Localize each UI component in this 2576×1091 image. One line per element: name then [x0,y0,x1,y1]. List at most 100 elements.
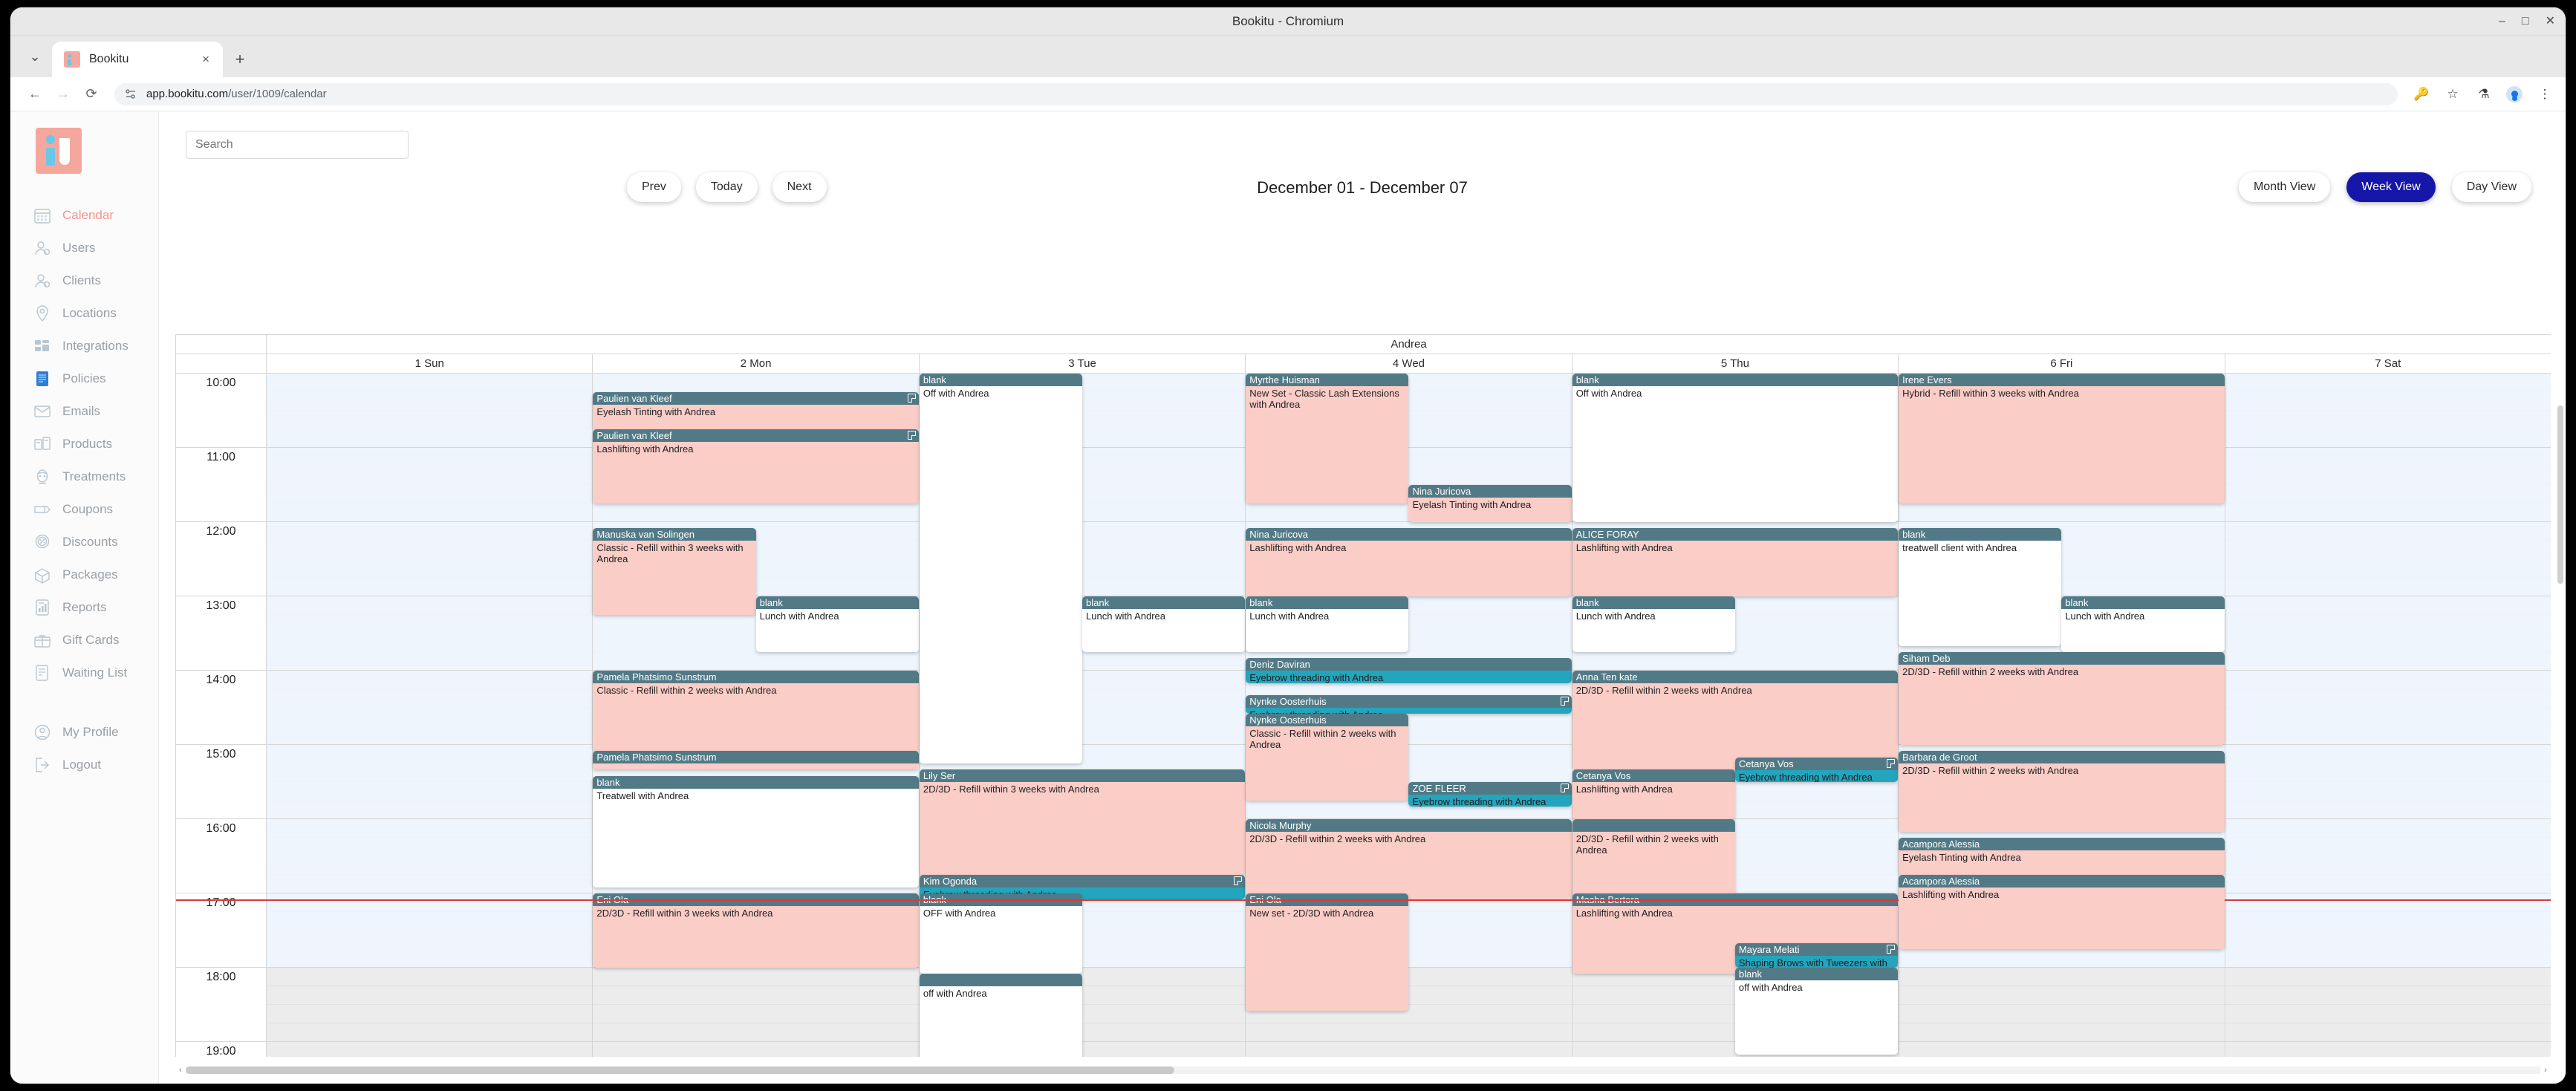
sidebar-item-treatments[interactable]: Treatments [10,460,158,493]
time-slot[interactable] [1246,1023,1572,1042]
time-slot[interactable] [2225,392,2551,411]
back-icon[interactable]: ← [22,82,48,107]
sidebar-item-users[interactable]: Users [10,232,158,264]
minimize-button[interactable]: – [2499,16,2505,27]
vertical-scrollbar[interactable] [2557,406,2564,777]
day-column-6[interactable] [2225,374,2551,1057]
time-slot[interactable] [267,541,593,559]
horizontal-scrollbar[interactable]: ‹ › [175,1064,2551,1076]
sidebar-item-gift-cards[interactable]: Gift Cards [10,624,158,657]
time-slot[interactable] [267,411,593,429]
calendar-event[interactable]: Cetanya Vos Eyebrow threading with Andrea [1734,757,1899,782]
calendar-event[interactable]: blank Lunch with Andrea [1246,596,1409,652]
calendar-event[interactable]: blank treatwell client with Andrea [1899,528,2062,646]
time-slot[interactable] [2225,689,2551,708]
scroll-right-arrow-icon[interactable]: › [2540,1066,2551,1075]
kebab-menu-icon[interactable]: ⋮ [2536,85,2554,103]
calendar-event[interactable]: blank Lunch with Andrea [1572,596,1735,652]
calendar-scroll-area[interactable]: 10:00 11:00 12:00 13:00 14:00 15:00 16:00 17:00… [176,374,2551,1057]
time-slot[interactable] [2225,875,2551,893]
time-slot[interactable] [593,504,919,522]
time-slot[interactable] [2225,856,2551,875]
time-slot[interactable] [593,374,919,392]
time-slot[interactable] [593,986,919,1005]
time-slot[interactable] [2225,559,2551,578]
new-tab-button[interactable]: + [223,42,257,77]
sidebar-item-calendar[interactable]: Calendar [10,199,158,232]
month-view-button[interactable]: Month View [2238,172,2331,202]
time-slot[interactable] [2225,726,2551,745]
time-slot[interactable] [2225,801,2551,819]
calendar-event[interactable]: Barbara de Groot 2D/3D - Refill within 2 … [1899,751,2225,832]
time-slot[interactable] [2225,1023,2551,1042]
day-column-0[interactable] [267,374,593,1057]
calendar-event[interactable]: Irene Evers Hybrid - Refill within 3 week… [1899,374,2225,504]
time-slot[interactable] [267,1042,593,1057]
time-slot[interactable] [267,708,593,726]
time-slot[interactable] [2225,949,2551,968]
calendar-event[interactable]: Pamela Phatsimo Sunstrum [593,751,919,770]
time-slot[interactable] [1899,1042,2225,1057]
sidebar-item-locations[interactable]: Locations [10,297,158,330]
calendar-event[interactable]: blank Treatwell with Andrea [593,775,919,888]
bookmark-star-icon[interactable]: ☆ [2444,85,2462,103]
time-slot[interactable] [267,559,593,578]
time-slot[interactable] [267,819,593,838]
time-slot[interactable] [267,448,593,466]
sidebar-item-coupons[interactable]: Coupons [10,493,158,526]
time-slot[interactable] [593,1023,919,1042]
time-slot[interactable] [267,838,593,856]
time-slot[interactable] [2225,893,2551,912]
time-slot[interactable] [267,634,593,652]
time-slot[interactable] [267,856,593,875]
time-slot[interactable] [267,801,593,819]
time-slot[interactable] [267,1005,593,1023]
calendar-event[interactable]: Nina Juricova Eyelash Tinting with Andrea [1408,485,1572,522]
time-slot[interactable] [593,1042,919,1057]
calendar-event[interactable]: Nynke OosterhuisEyebrow threading with A… [1246,695,1572,714]
sidebar-item-logout[interactable]: Logout [10,749,158,781]
calendar-event[interactable]: Paulien van Kleef Lashlifting with Andrea [593,429,919,504]
time-slot[interactable] [267,968,593,986]
scroll-track[interactable] [186,1066,2540,1074]
time-slot[interactable] [2225,708,2551,726]
scroll-thumb[interactable] [186,1066,1175,1074]
time-slot[interactable] [267,745,593,763]
time-slot[interactable] [2225,931,2551,949]
time-slot[interactable] [593,1005,919,1023]
calendar-event[interactable]: Mayara Melati Shaping Brows with Tweezers… [1734,942,1899,968]
forward-icon[interactable]: → [51,82,76,107]
close-tab-icon[interactable]: × [196,52,215,67]
time-slot[interactable] [2225,838,2551,856]
calendar-event[interactable]: Anna Ten kate 2D/3D - Refill within 2 wee… [1572,671,1899,770]
maximize-button[interactable]: □ [2522,16,2529,27]
calendar-event[interactable]: Paulien van Kleef Eyelash Tinting with An… [593,392,919,429]
calendar-event[interactable]: 2D/3D - Refill within 2 weeks with Andre… [1572,819,1735,900]
time-slot[interactable] [267,875,593,893]
time-slot[interactable] [267,931,593,949]
calendar-event[interactable]: Acampora Alessia Eyelash Tinting with And… [1899,838,2225,875]
time-slot[interactable] [1246,1042,1572,1057]
time-slot[interactable] [2225,986,2551,1005]
time-slot[interactable] [2225,912,2551,931]
calendar-event[interactable]: blank OFF with Andrea [919,893,1083,974]
time-slot[interactable] [267,578,593,596]
time-slot[interactable] [267,689,593,708]
time-slot[interactable] [593,968,919,986]
time-slot[interactable] [2225,448,2551,466]
site-settings-icon[interactable] [125,88,137,100]
time-slot[interactable] [1899,1023,2225,1042]
time-slot[interactable] [1899,1005,2225,1023]
sidebar-item-clients[interactable]: Clients [10,264,158,297]
calendar-event[interactable]: blank Off with Andrea [1572,374,1899,522]
calendar-event[interactable]: blank Lunch with Andrea [2061,596,2225,652]
browser-tab-bookitu[interactable]: Bookitu × [52,42,223,77]
time-slot[interactable] [2225,1042,2551,1057]
sidebar-item-my-profile[interactable]: My Profile [10,716,158,749]
calendar-event[interactable]: Deniz Daviran Eyebrow threading with Andr… [1246,658,1572,683]
time-slot[interactable] [267,392,593,411]
time-slot[interactable] [2225,763,2551,782]
time-slot[interactable] [2225,615,2551,634]
close-window-button[interactable]: ✕ [2546,16,2555,27]
time-slot[interactable] [2225,578,2551,596]
